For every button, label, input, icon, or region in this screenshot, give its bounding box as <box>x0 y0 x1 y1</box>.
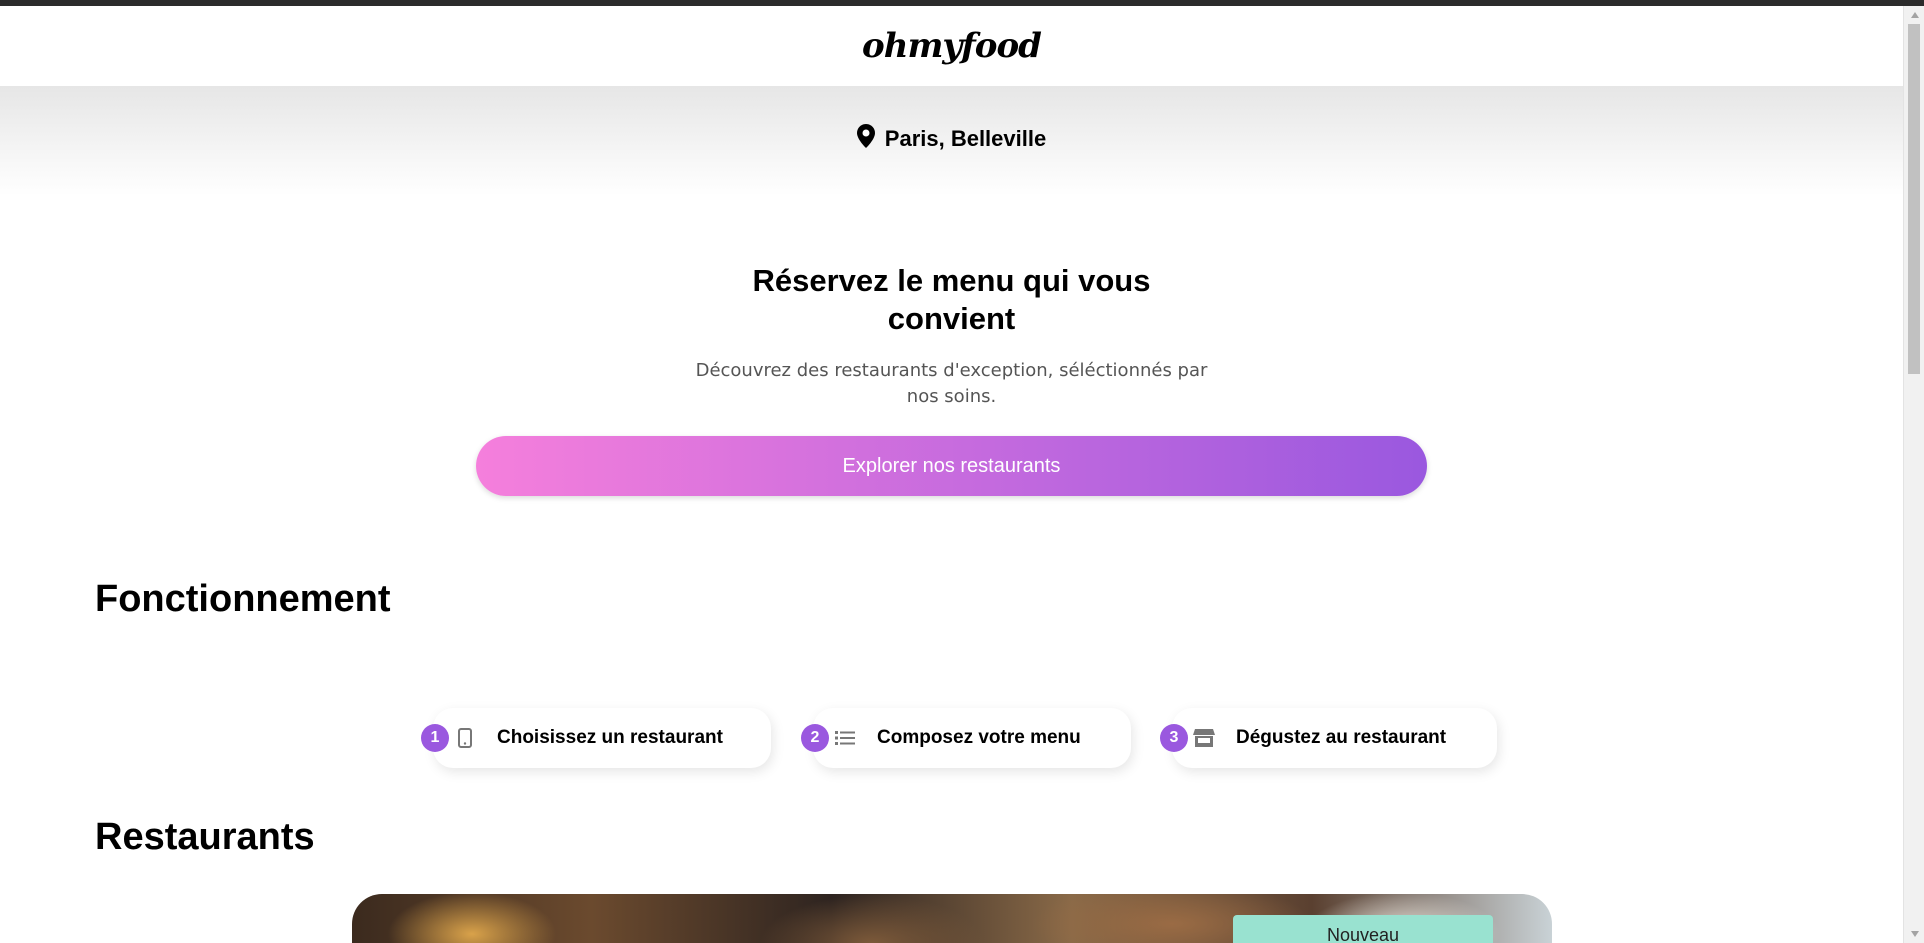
phone-icon <box>453 726 477 750</box>
map-pin-icon <box>856 124 875 153</box>
step-number: 1 <box>421 724 449 752</box>
location-group: Paris, Belleville <box>856 124 1047 153</box>
store-icon <box>1192 726 1216 750</box>
scrollbar-thumb[interactable] <box>1908 24 1920 374</box>
list-icon <box>833 726 857 750</box>
step-label: Composez votre menu <box>877 727 1081 748</box>
explore-restaurants-button[interactable]: Explorer nos restaurants <box>476 436 1427 496</box>
site-logo[interactable]: ohmyfood <box>862 26 1042 66</box>
location-bar: Paris, Belleville <box>0 86 1903 196</box>
how-it-works-title: Fonctionnement <box>95 578 391 620</box>
step-card-compose-menu: 2 Composez votre menu <box>801 708 1131 768</box>
restaurants-title: Restaurants <box>95 816 315 858</box>
page-viewport: ohmyfood Paris, Belleville Réservez le m… <box>0 6 1903 943</box>
hero-subtitle: Découvrez des restaurants d'exception, s… <box>695 360 1208 407</box>
step-card-enjoy-restaurant: 3 Dégustez au restaurant <box>1160 708 1497 768</box>
step-card-choose-restaurant: 1 Choisissez un restaurant <box>421 708 771 768</box>
hero-title: Réservez le menu qui vous convient <box>752 263 1151 336</box>
step-label: Choisissez un restaurant <box>497 727 723 748</box>
site-header: ohmyfood <box>0 6 1903 86</box>
step-number: 2 <box>801 724 829 752</box>
step-number: 3 <box>1160 724 1188 752</box>
hero-section: Réservez le menu qui vous convient Décou… <box>0 262 1903 410</box>
step-label: Dégustez au restaurant <box>1236 727 1447 748</box>
location-label: Paris, Belleville <box>884 125 1047 151</box>
scroll-down-arrow-icon[interactable] <box>1904 927 1924 941</box>
new-badge: Nouveau <box>1233 915 1493 943</box>
scroll-up-arrow-icon[interactable] <box>1904 8 1924 22</box>
vertical-scrollbar[interactable] <box>1903 6 1924 943</box>
